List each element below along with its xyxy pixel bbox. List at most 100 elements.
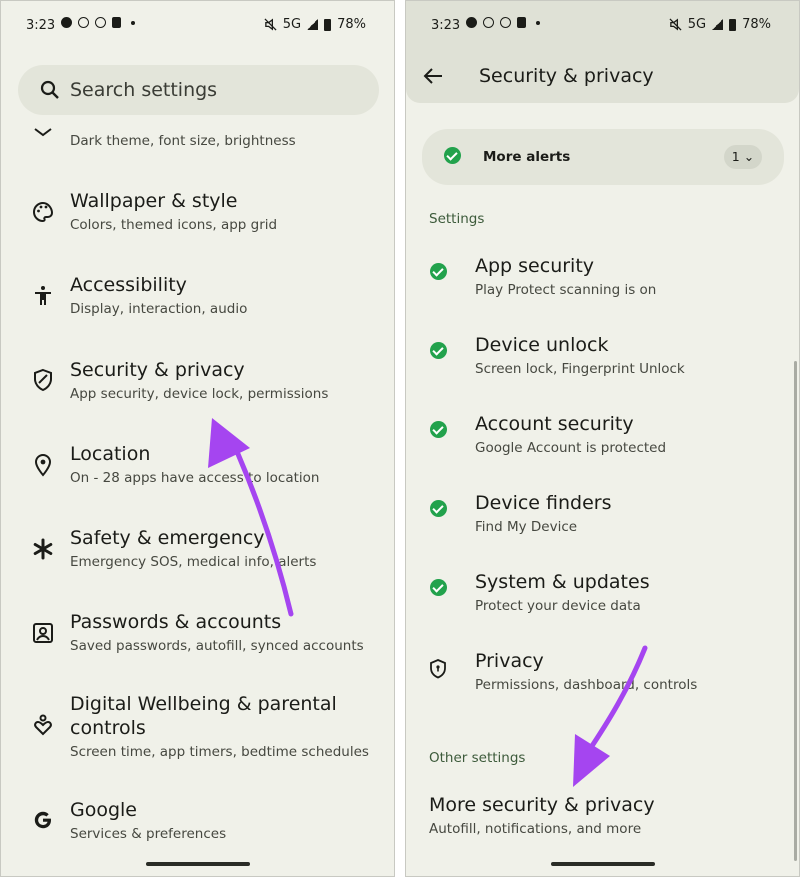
accessibility-icon: [35, 286, 51, 305]
item-subtitle: Display, interaction, audio: [70, 301, 248, 317]
item-title: Location: [70, 443, 151, 465]
item-subtitle: App security, device lock, permissions: [70, 386, 329, 402]
item-title: Google: [70, 799, 138, 821]
settings-item-passwords-accounts[interactable]: Passwords & accounts Saved passwords, au…: [1, 609, 394, 669]
item-title: Accessibility: [70, 274, 187, 296]
settings-item-accessibility[interactable]: Accessibility Display, interaction, audi…: [1, 272, 394, 332]
status-bar: 3:23 5G 78%: [406, 1, 799, 51]
shield-icon: [34, 368, 52, 392]
security-item-account-security[interactable]: Account security Google Account is prote…: [406, 412, 799, 472]
network-type: 5G: [687, 17, 707, 32]
battery-percent: 78%: [337, 17, 366, 32]
more-notifications-icon: [536, 20, 540, 25]
item-title: Wallpaper & style: [70, 190, 238, 212]
item-subtitle: Emergency SOS, medical info, alerts: [70, 554, 317, 570]
battery-icon: [729, 18, 737, 31]
account-box-icon: [33, 623, 53, 643]
status-time: 3:23: [431, 18, 461, 33]
check-circle-icon: [430, 263, 447, 280]
whatsapp-icon: [78, 17, 89, 28]
security-item-app-security[interactable]: App security Play Protect scanning is on: [406, 254, 799, 314]
item-subtitle: Play Protect scanning is on: [475, 282, 657, 298]
item-subtitle: Google Account is protected: [475, 440, 667, 456]
alerts-count: 1: [731, 149, 740, 164]
more-alerts-label: More alerts: [483, 149, 571, 165]
display-icon: [34, 128, 52, 137]
settings-item-security-privacy[interactable]: Security & privacy App security, device …: [1, 357, 394, 417]
item-subtitle: Saved passwords, autofill, synced accoun…: [70, 638, 364, 654]
settings-item-display[interactable]: Dark theme, font size, brightness: [1, 119, 394, 159]
chat-icon: [61, 17, 72, 28]
gesture-nav-bar[interactable]: [145, 862, 250, 866]
security-item-device-unlock[interactable]: Device unlock Screen lock, Fingerprint U…: [406, 333, 799, 393]
status-time: 3:23: [26, 18, 56, 33]
check-circle-icon: [430, 421, 447, 438]
back-arrow-icon[interactable]: [422, 65, 444, 87]
item-title: Digital Wellbeing & parental: [70, 693, 337, 715]
network-type: 5G: [282, 17, 302, 32]
item-title: Device finders: [475, 492, 612, 514]
mute-vibrate-icon: [669, 18, 682, 31]
more-security-privacy-item[interactable]: More security & privacy Autofill, notifi…: [406, 793, 799, 843]
security-item-system-updates[interactable]: System & updates Protect your device dat…: [406, 570, 799, 630]
check-circle-icon: [444, 147, 461, 164]
alerts-count-pill[interactable]: 1 ⌄: [724, 145, 762, 169]
item-subtitle: Colors, themed icons, app grid: [70, 217, 278, 233]
item-title: Privacy: [475, 650, 544, 672]
security-privacy-screen: 3:23 5G 78% Security & privacy More aler…: [405, 0, 800, 877]
status-bar: 3:23 5G 78%: [1, 1, 394, 51]
item-subtitle: Permissions, dashboard, controls: [475, 677, 698, 693]
item-subtitle: Protect your device data: [475, 598, 641, 614]
status-right: 5G 78%: [264, 17, 366, 32]
security-item-device-finders[interactable]: Device finders Find My Device: [406, 491, 799, 551]
more-notifications-icon: [131, 20, 135, 25]
google-icon: [34, 811, 51, 829]
settings-item-google[interactable]: Google Services & preferences: [1, 797, 394, 857]
gesture-nav-bar[interactable]: [550, 862, 655, 866]
check-circle-icon: [430, 500, 447, 517]
page-title: Security & privacy: [479, 65, 654, 87]
chat-icon: [466, 17, 477, 28]
more-alerts-card[interactable]: More alerts 1 ⌄: [422, 129, 784, 185]
item-title: App security: [475, 255, 595, 277]
status-right: 5G 78%: [669, 17, 771, 32]
b-icon: [95, 17, 106, 28]
asterisk-icon: [33, 538, 53, 560]
scrollbar[interactable]: [794, 361, 797, 861]
battery-percent: 78%: [742, 17, 771, 32]
item-title-line2: controls: [70, 717, 146, 739]
section-header-other-settings: Other settings: [429, 750, 526, 766]
wellbeing-icon: [34, 714, 52, 736]
battery-icon: [324, 18, 332, 31]
privacy-shield-icon: [430, 659, 446, 679]
search-bar[interactable]: Search settings: [18, 65, 379, 115]
item-title: System & updates: [475, 571, 650, 593]
item-title: Account security: [475, 413, 634, 435]
app-notification-icon: [517, 17, 526, 28]
b-icon: [500, 17, 511, 28]
item-subtitle: On - 28 apps have access to location: [70, 470, 320, 486]
item-subtitle: Screen lock, Fingerprint Unlock: [475, 361, 685, 377]
app-bar: Security & privacy: [406, 51, 799, 103]
security-item-privacy[interactable]: Privacy Permissions, dashboard, controls: [406, 649, 799, 709]
settings-screen: 3:23 5G 78% Search settings Dark theme, …: [0, 0, 395, 877]
item-title: Safety & emergency: [70, 527, 265, 549]
item-subtitle: Find My Device: [475, 519, 578, 535]
item-title: Device unlock: [475, 334, 609, 356]
check-circle-icon: [430, 579, 447, 596]
settings-item-safety-emergency[interactable]: Safety & emergency Emergency SOS, medica…: [1, 525, 394, 585]
item-subtitle: Autofill, notifications, and more: [429, 821, 642, 837]
item-title: Security & privacy: [70, 359, 245, 381]
whatsapp-icon: [483, 17, 494, 28]
item-title: More security & privacy: [429, 794, 655, 816]
settings-item-location[interactable]: Location On - 28 apps have access to loc…: [1, 441, 394, 501]
signal-icon: [712, 19, 724, 30]
settings-item-wallpaper[interactable]: Wallpaper & style Colors, themed icons, …: [1, 188, 394, 248]
item-title: Passwords & accounts: [70, 611, 282, 633]
signal-icon: [307, 19, 319, 30]
item-subtitle: Dark theme, font size, brightness: [70, 133, 296, 149]
item-subtitle: Services & preferences: [70, 826, 227, 842]
app-notification-icon: [112, 17, 121, 28]
check-circle-icon: [430, 342, 447, 359]
settings-item-digital-wellbeing[interactable]: Digital Wellbeing & parental controls Sc…: [1, 691, 394, 771]
